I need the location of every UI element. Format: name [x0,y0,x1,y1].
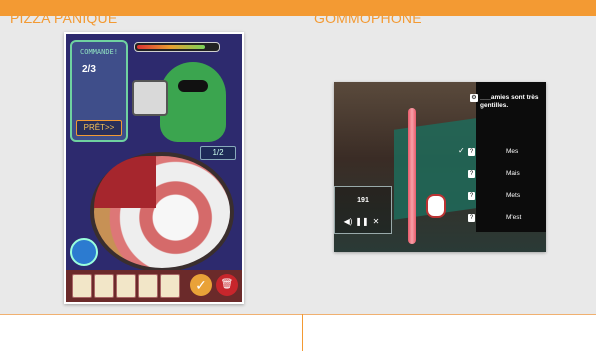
check-icon[interactable]: ✓ [190,274,212,296]
answer-option[interactable]: ? M'est [468,214,546,224]
question-mark-icon: ? [468,148,475,156]
orders-count: 2/3 [82,64,96,75]
gum-creature [426,194,446,218]
question-mark-icon: ? [468,170,475,178]
pause-icon[interactable]: ❚❚ [355,217,369,226]
ingredient-card[interactable] [160,274,180,298]
gommophone-screenshot: ⚙ ___amies sont très gentilles. ✓ ? Mes ?… [334,82,546,252]
boombox-icon [132,80,168,116]
pizza-progress: 1/2 [200,146,236,160]
caption-pizza-panique: PIZZA PANIQUE [10,10,118,26]
audio-player: 191 ◀) ❚❚ ✕ [334,186,392,234]
answer-option[interactable]: ? Mais [468,170,546,180]
ingredient-card[interactable] [116,274,136,298]
ingredient-card[interactable] [94,274,114,298]
pizza-panique-screenshot: COMMANDE! 2/3 PRÊT>> 1/2 ✓ 🗑 [64,32,244,304]
speaker-icon[interactable]: ◀) [341,217,355,226]
question-icon: ⚙ [470,94,478,102]
monster-sunglasses [178,80,208,92]
ready-button[interactable]: PRÊT>> [76,120,122,136]
answer-option[interactable]: ? Mets [468,192,546,202]
question-text: ___amies sont très gentilles. [480,94,539,109]
pizza-slice [94,156,156,208]
ingredient-toolbar: ✓ 🗑 [66,270,242,302]
trash-icon[interactable]: 🗑 [216,274,238,296]
selected-check-icon: ✓ [458,146,465,155]
ingredient-card[interactable] [72,274,92,298]
time-meter [134,42,220,52]
ingredient-card[interactable] [138,274,158,298]
orders-title: COMMANDE! [80,48,118,56]
action-button[interactable] [70,238,98,266]
orders-panel: COMMANDE! 2/3 PRÊT>> [70,40,128,142]
close-icon[interactable]: ✕ [369,217,383,226]
time-meter-fill [137,45,205,49]
question-mark-icon: ? [468,214,475,222]
gum-stretch [408,108,416,244]
caption-gommophone: GOMMOPHONE [314,10,422,26]
caption-divider [302,314,303,351]
question-mark-icon: ? [468,192,475,200]
monster-character [160,62,226,142]
player-controls: ◀) ❚❚ ✕ [341,217,387,227]
captions-bar [0,314,596,351]
score: 191 [357,197,369,204]
answer-option[interactable]: ? Mes [468,148,546,158]
